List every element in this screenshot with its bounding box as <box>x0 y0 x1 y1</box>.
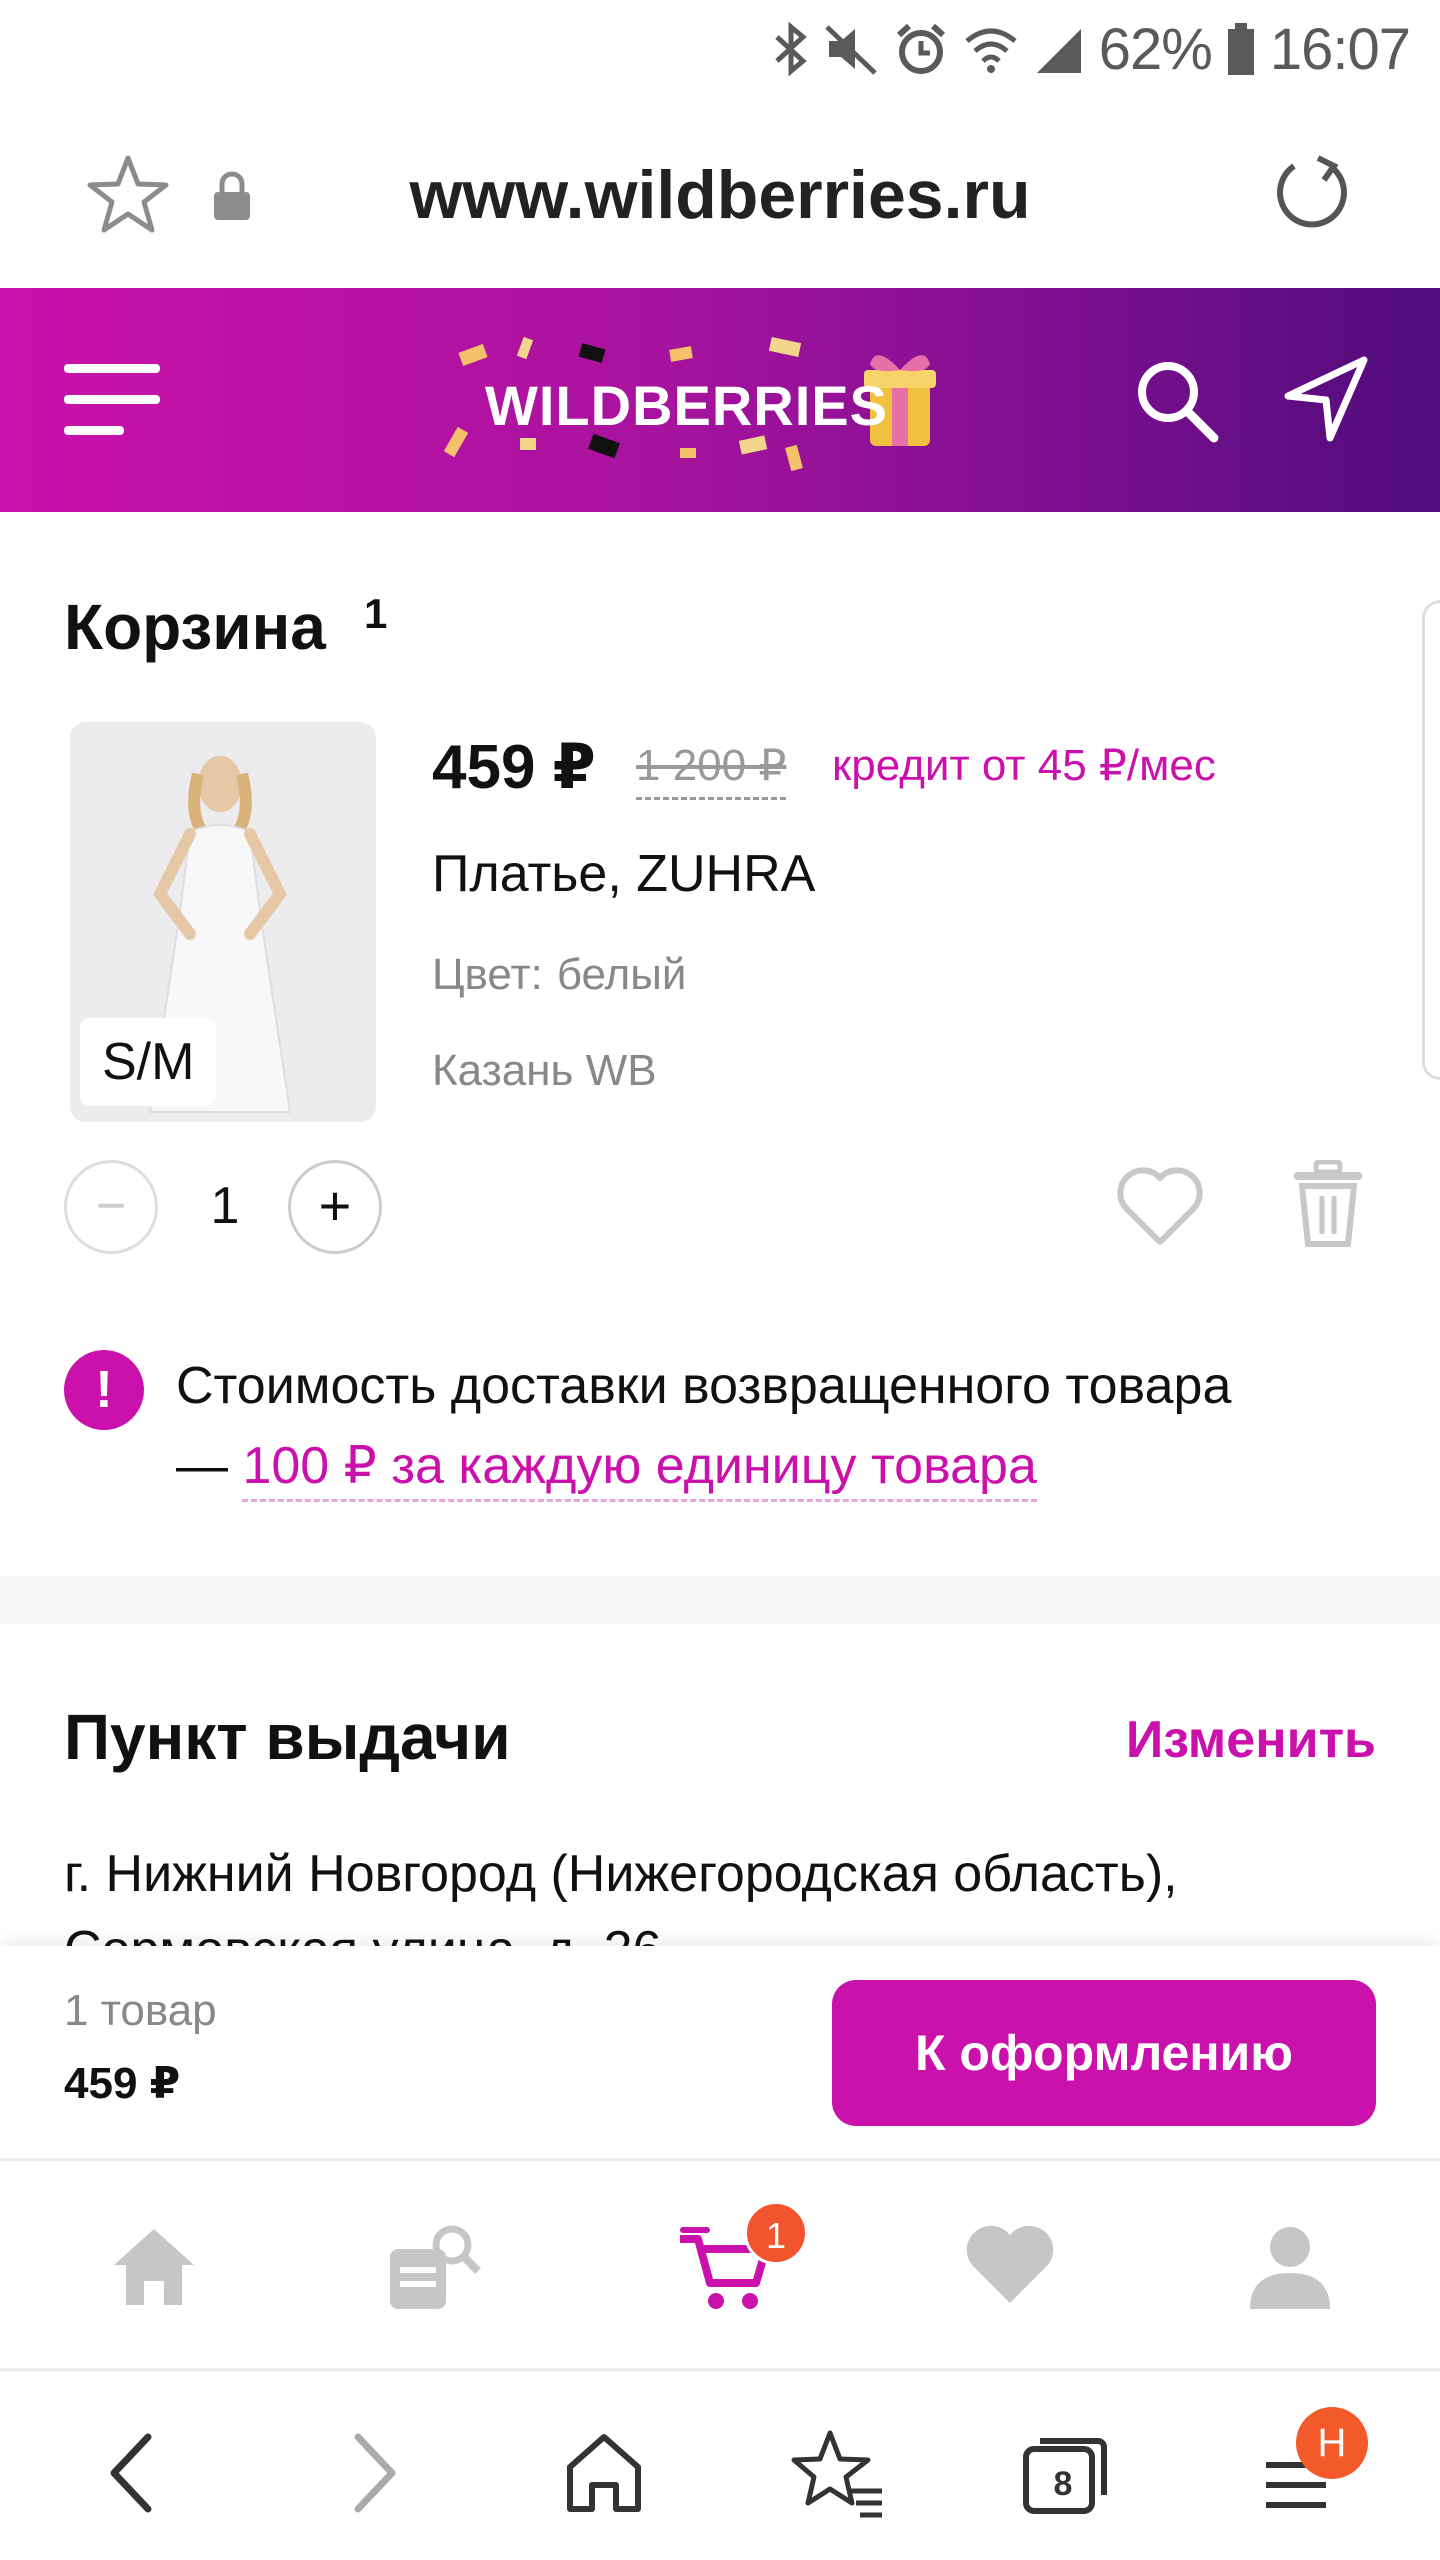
wifi-icon <box>963 21 1019 77</box>
signal-icon <box>1033 21 1085 77</box>
quantity-increase-button[interactable]: + <box>288 1160 382 1254</box>
return-delivery-notice-line2: — 100 ₽ за каждую единицу товара <box>176 1436 1037 1502</box>
checkout-bar: 1 товар 459 ₽ К оформлению <box>0 1946 1440 2158</box>
return-cost-link[interactable]: 100 ₽ за каждую единицу товара <box>242 1437 1037 1502</box>
quantity-value: 1 <box>210 1177 240 1235</box>
status-icons: 62% 16:07 <box>773 14 1411 84</box>
battery-icon <box>1226 21 1256 77</box>
product-color: Цвет: белый <box>432 950 700 1000</box>
tabs-count: 8 <box>1053 2465 1073 2503</box>
profile-icon[interactable] <box>1240 2217 1340 2317</box>
url-text[interactable]: www.wildberries.ru <box>330 156 1110 234</box>
color-label: Цвет: <box>432 950 543 999</box>
checkout-button[interactable]: К оформлению <box>832 1980 1376 2126</box>
color-value: белый <box>556 950 687 999</box>
return-delivery-notice: Стоимость доставки возвращенного товара <box>176 1357 1232 1415</box>
cart-title: Корзина <box>64 591 326 663</box>
browser-url-bar: www.wildberries.ru <box>0 100 1440 288</box>
site-bottom-nav: 1 <box>0 2158 1440 2368</box>
product-price: 459 ₽ <box>432 733 596 802</box>
old-price[interactable]: 1 200 ₽ <box>636 740 787 800</box>
product-image[interactable]: S/M <box>70 722 376 1122</box>
browser-home-icon[interactable] <box>556 2425 652 2521</box>
cart-count: 1 <box>364 590 388 637</box>
mute-icon <box>823 21 879 77</box>
credit-offer-link[interactable]: кредит от 45 ₽/мес <box>832 740 1216 791</box>
product-name[interactable]: Платье, ZUHRA <box>432 844 815 904</box>
notice-dash: — <box>176 1437 243 1495</box>
wildberries-logo[interactable]: WILDBERRIES <box>440 328 1000 478</box>
browser-toolbar: 8 Н <box>0 2368 1440 2560</box>
logo-text: WILDBERRIES <box>485 374 888 437</box>
change-pickup-link[interactable]: Изменить <box>1126 1710 1376 1770</box>
product-warehouse: Казань WB <box>432 1046 657 1095</box>
pickup-address: г. Нижний Новгород (Нижегородская област… <box>64 1845 1178 1903</box>
heart-icon[interactable] <box>1116 1164 1204 1248</box>
hamburger-menu-icon[interactable] <box>64 360 160 440</box>
bookmark-star-icon[interactable] <box>86 152 170 236</box>
items-count: 1 товар <box>64 1986 217 2035</box>
cart-badge: 1 <box>744 2201 808 2265</box>
home-icon[interactable] <box>104 2217 204 2317</box>
bluetooth-icon <box>773 21 809 77</box>
reload-icon[interactable] <box>1270 152 1354 236</box>
pickup-title: Пункт выдачи <box>64 1701 511 1773</box>
lock-icon[interactable] <box>210 168 254 222</box>
menu-badge: Н <box>1296 2407 1368 2479</box>
alarm-icon <box>893 21 949 77</box>
location-arrow-icon[interactable] <box>1280 352 1372 444</box>
quantity-decrease-button[interactable]: − <box>64 1160 158 1254</box>
search-icon[interactable] <box>1130 354 1222 446</box>
site-header: WILDBERRIES <box>0 288 1440 512</box>
clock: 16:07 <box>1269 16 1411 82</box>
total-price: 459 ₽ <box>64 2059 181 2108</box>
bookmarks-star-icon[interactable] <box>790 2425 886 2521</box>
forward-arrow-icon[interactable] <box>324 2425 420 2521</box>
exclamation-icon: ! <box>64 1350 144 1430</box>
back-arrow-icon[interactable] <box>86 2425 182 2521</box>
status-bar: 62% 16:07 <box>0 0 1440 100</box>
size-badge: S/M <box>80 1018 217 1106</box>
catalog-search-icon[interactable] <box>384 2217 484 2317</box>
favorites-heart-icon[interactable] <box>960 2217 1060 2317</box>
trash-icon[interactable] <box>1290 1159 1366 1248</box>
battery-percent: 62% <box>1098 16 1213 82</box>
section-divider <box>0 1576 1440 1624</box>
side-scroll-handle[interactable] <box>1422 600 1440 1080</box>
